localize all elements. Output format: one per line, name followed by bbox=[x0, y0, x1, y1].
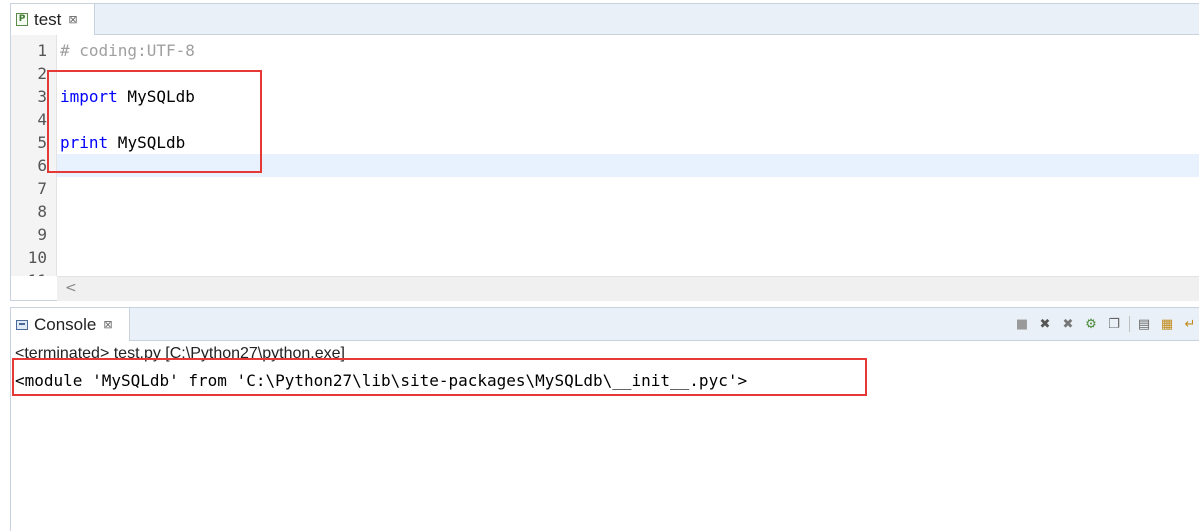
line-number: 9 bbox=[37, 225, 47, 244]
code-line[interactable]: print MySQLdb bbox=[57, 131, 1199, 154]
code-area[interactable]: 1 2 3 4 5 6 7 8 9 10 11 # coding:UTF-8 import MySQL… bbox=[11, 35, 1199, 276]
editor-tab-label: test bbox=[34, 9, 62, 29]
terminated-status: <terminated> test.py [C:\Python27\python… bbox=[15, 345, 345, 362]
code-line[interactable] bbox=[57, 200, 1199, 223]
identifier-token: MySQLdb bbox=[117, 87, 195, 106]
line-number: 8 bbox=[37, 202, 47, 221]
console-pane: Console ⊠ ■ ✖ ✖ ⚙ ❐ ▤ ▦ ↵ <terminated> test.py … bbox=[10, 307, 1199, 531]
line-number: 2 bbox=[37, 64, 47, 83]
code-line[interactable] bbox=[57, 269, 1199, 276]
keyword-token: import bbox=[60, 87, 118, 106]
scroll-lock-icon[interactable]: ▦ bbox=[1158, 315, 1176, 333]
line-number-gutter: 1 2 3 4 5 6 7 8 9 10 11 bbox=[11, 35, 57, 276]
code-line[interactable] bbox=[57, 154, 1199, 177]
copy-console-icon[interactable]: ❐ bbox=[1105, 315, 1123, 333]
code-line[interactable] bbox=[57, 108, 1199, 131]
line-number: 4 bbox=[37, 110, 47, 129]
code-line[interactable] bbox=[57, 223, 1199, 246]
comment-token: # coding:UTF-8 bbox=[60, 41, 195, 60]
editor-tab-test[interactable]: P test ⊠ bbox=[11, 4, 95, 35]
line-number: 7 bbox=[37, 179, 47, 198]
clear-console-icon[interactable]: ▤ bbox=[1135, 315, 1153, 333]
console-tab[interactable]: Console ⊠ bbox=[11, 308, 130, 341]
python-file-icon: P bbox=[16, 13, 28, 26]
editor-pane: P test ⊠ 1 2 3 4 5 6 7 8 9 10 11 # coding:UTF-8 imp… bbox=[10, 3, 1199, 301]
horizontal-scrollbar[interactable]: < bbox=[57, 276, 1199, 301]
identifier-token: MySQLdb bbox=[108, 133, 186, 152]
close-icon[interactable]: ⊠ bbox=[68, 14, 77, 25]
line-number: 5 bbox=[37, 133, 47, 152]
word-wrap-icon[interactable]: ↵ bbox=[1181, 315, 1199, 333]
console-tabbar: Console ⊠ ■ ✖ ✖ ⚙ ❐ ▤ ▦ ↵ bbox=[11, 308, 1199, 341]
remove-launch-icon[interactable]: ✖ bbox=[1036, 315, 1054, 333]
code-line[interactable] bbox=[57, 62, 1199, 85]
debug-settings-icon[interactable]: ⚙ bbox=[1082, 315, 1100, 333]
code-line[interactable]: # coding:UTF-8 bbox=[57, 39, 1199, 62]
line-number: 11 bbox=[11, 269, 47, 276]
remove-all-terminated-icon[interactable]: ✖ bbox=[1059, 315, 1077, 333]
code-line[interactable] bbox=[57, 246, 1199, 269]
line-number: 3 bbox=[37, 87, 47, 106]
console-icon bbox=[16, 319, 28, 330]
toolbar-separator bbox=[1129, 316, 1130, 332]
keyword-token: print bbox=[60, 133, 109, 152]
code-line[interactable] bbox=[57, 177, 1199, 200]
scroll-left-arrow-icon[interactable]: < bbox=[65, 280, 77, 296]
console-output-line: <module 'MySQLdb' from 'C:\Python27\lib\… bbox=[15, 371, 748, 390]
terminate-icon[interactable]: ■ bbox=[1013, 315, 1031, 333]
close-icon[interactable]: ⊠ bbox=[103, 319, 112, 330]
code-text[interactable]: # coding:UTF-8 import MySQLdb print MySQLd… bbox=[57, 35, 1199, 276]
line-number: 1 bbox=[37, 41, 47, 60]
console-tab-label: Console bbox=[34, 314, 97, 334]
editor-tabbar: P test ⊠ bbox=[11, 4, 1199, 35]
code-line[interactable]: import MySQLdb bbox=[57, 85, 1199, 108]
line-number: 6 bbox=[37, 156, 47, 175]
console-toolbar: ■ ✖ ✖ ⚙ ❐ ▤ ▦ ↵ bbox=[1008, 314, 1199, 334]
line-number: 10 bbox=[27, 248, 47, 267]
